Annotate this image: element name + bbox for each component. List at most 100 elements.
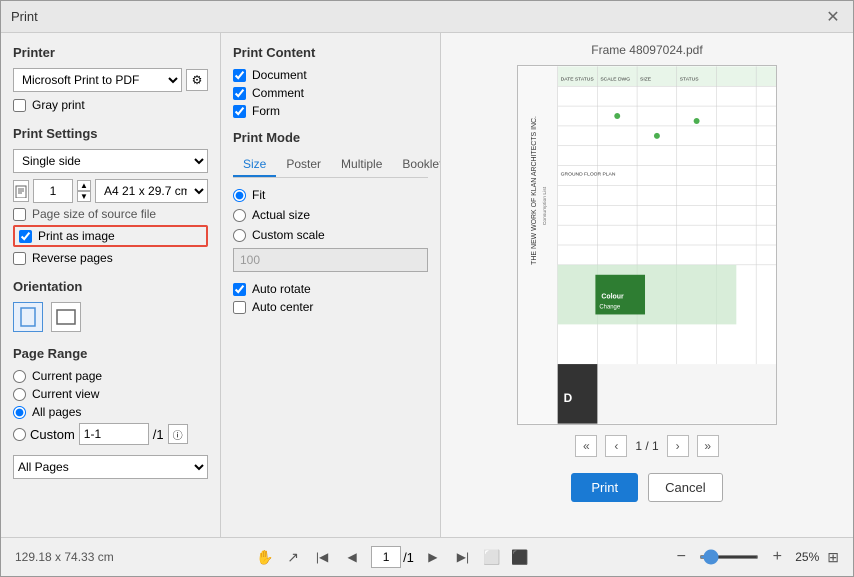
document-row: Document — [233, 68, 428, 82]
fit-label: Fit — [252, 188, 265, 202]
svg-text:SIZE: SIZE — [640, 76, 652, 82]
portrait-button[interactable] — [13, 302, 43, 332]
gray-print-checkbox[interactable] — [13, 99, 26, 112]
tab-poster[interactable]: Poster — [276, 153, 331, 177]
current-view-radio[interactable] — [13, 388, 26, 401]
print-button[interactable]: Print — [571, 473, 638, 502]
dimensions-text: 129.18 x 74.33 cm — [15, 550, 114, 564]
side-select[interactable]: Single side Both sides - Long edge Both … — [13, 149, 208, 173]
first-nav-button[interactable]: |◀ — [311, 546, 333, 568]
svg-text:Colour: Colour — [601, 294, 624, 301]
document-label: Document — [252, 68, 307, 82]
form-row: Form — [233, 104, 428, 118]
current-page-label: Current page — [32, 369, 102, 383]
zoom-level: 25% — [795, 550, 819, 564]
comment-label: Comment — [252, 86, 304, 100]
printer-settings-button[interactable]: ⚙ — [186, 69, 208, 91]
custom-scale-label: Custom scale — [252, 228, 325, 242]
prev-nav-button[interactable]: ◀ — [341, 546, 363, 568]
fit-radio[interactable] — [233, 189, 246, 202]
action-buttons: Print Cancel — [571, 473, 722, 502]
bottom-tools: ✋ ↗ |◀ ◀ /1 ▶ ▶| ⬜ ⬛ — [255, 546, 530, 568]
current-page-radio[interactable] — [13, 370, 26, 383]
all-pages-select[interactable]: All Pages Odd Pages Even Pages — [13, 455, 208, 479]
svg-text:Consumption List: Consumption List — [542, 186, 548, 225]
reverse-pages-row: Reverse pages — [13, 251, 208, 265]
document-checkbox[interactable] — [233, 69, 246, 82]
reverse-pages-checkbox[interactable] — [13, 252, 26, 265]
prev-page-button[interactable]: ‹ — [605, 435, 627, 457]
last-nav-button[interactable]: ▶| — [452, 546, 474, 568]
copies-up-button[interactable]: ▲ — [77, 180, 91, 191]
custom-radio[interactable] — [13, 428, 26, 441]
preview-title: Frame 48097024.pdf — [591, 43, 702, 57]
grid-view-icon[interactable]: ⊞ — [827, 549, 839, 566]
custom-range-input[interactable] — [79, 423, 149, 445]
source-file-label: Page size of source file — [32, 207, 156, 221]
comment-row: Comment — [233, 86, 428, 100]
form-checkbox[interactable] — [233, 105, 246, 118]
tab-booklet[interactable]: Booklet — [392, 153, 441, 177]
form-label: Form — [252, 104, 280, 118]
source-file-checkbox[interactable] — [13, 208, 26, 221]
print-settings-label: Print Settings — [13, 126, 208, 141]
custom-scale-radio[interactable] — [233, 229, 246, 242]
pointer-tool-icon[interactable]: ↗ — [283, 547, 303, 567]
svg-text:GROUND FLOOR PLAN: GROUND FLOOR PLAN — [561, 172, 616, 178]
source-file-row: Page size of source file — [13, 207, 208, 221]
page-number-display: /1 — [371, 546, 414, 568]
mode-tabs: Size Poster Multiple Booklet — [233, 153, 428, 178]
zoom-in-button[interactable]: + — [767, 547, 787, 567]
printer-select[interactable]: Microsoft Print to PDF Adobe PDF — [13, 68, 182, 92]
print-as-image-checkbox[interactable] — [19, 230, 32, 243]
tab-multiple[interactable]: Multiple — [331, 153, 392, 177]
comment-checkbox[interactable] — [233, 87, 246, 100]
paper-select[interactable]: A4 21 x 29.7 cm Letter — [95, 179, 208, 203]
last-page-button[interactable]: » — [697, 435, 719, 457]
right-panel: Frame 48097024.pdf THE NEW WORK OF KLAN … — [441, 33, 853, 537]
zoom-controls: − + 25% ⊞ — [671, 547, 839, 567]
copies-down-button[interactable]: ▼ — [77, 191, 91, 202]
dialog-title: Print — [11, 9, 38, 24]
gray-print-row: Gray print — [13, 98, 208, 112]
auto-rotate-row: Auto rotate — [233, 282, 428, 296]
svg-text:STATUS: STATUS — [680, 76, 699, 82]
all-pages-radio[interactable] — [13, 406, 26, 419]
all-pages-row: All pages — [13, 405, 208, 419]
all-pages-label: All pages — [32, 405, 81, 419]
preview-nav: « ‹ 1 / 1 › » — [575, 435, 718, 457]
printer-row: Microsoft Print to PDF Adobe PDF ⚙ — [13, 68, 208, 92]
auto-center-checkbox[interactable] — [233, 301, 246, 314]
page-icon — [13, 180, 29, 202]
title-bar: Print ✕ — [1, 1, 853, 33]
actual-size-radio[interactable] — [233, 209, 246, 222]
zoom-out-button[interactable]: − — [671, 547, 691, 567]
close-button[interactable]: ✕ — [823, 7, 843, 27]
copies-input[interactable] — [33, 179, 73, 203]
hand-tool-icon[interactable]: ✋ — [255, 547, 275, 567]
next-nav-button[interactable]: ▶ — [422, 546, 444, 568]
zoom-area-icon[interactable]: ⬛ — [510, 547, 530, 567]
copies-row: ▲ ▼ A4 21 x 29.7 cm Letter — [13, 179, 208, 203]
auto-center-label: Auto center — [252, 300, 313, 314]
page-number-input[interactable] — [371, 546, 401, 568]
custom-suffix: /1 — [153, 427, 164, 442]
custom-info-button[interactable]: ⓘ — [168, 424, 188, 444]
scale-input[interactable] — [233, 248, 428, 272]
actual-size-row: Actual size — [233, 208, 428, 222]
first-page-button[interactable]: « — [575, 435, 597, 457]
fit-row: Fit — [233, 188, 428, 202]
status-bar: 129.18 x 74.33 cm ✋ ↗ |◀ ◀ /1 ▶ ▶| ⬜ ⬛ −… — [1, 537, 853, 576]
next-page-button[interactable]: › — [667, 435, 689, 457]
crop-icon[interactable]: ⬜ — [482, 547, 502, 567]
zoom-slider[interactable] — [699, 555, 759, 559]
current-view-label: Current view — [32, 387, 99, 401]
tab-size[interactable]: Size — [233, 153, 276, 177]
auto-rotate-checkbox[interactable] — [233, 283, 246, 296]
preview-svg: THE NEW WORK OF KLAN ARCHITECTS INC. Con… — [518, 65, 776, 425]
print-as-image-label: Print as image — [38, 229, 115, 243]
dialog-body: Printer Microsoft Print to PDF Adobe PDF… — [1, 33, 853, 537]
landscape-button[interactable] — [51, 302, 81, 332]
svg-text:SCALE DWG: SCALE DWG — [600, 76, 630, 82]
cancel-button[interactable]: Cancel — [648, 473, 722, 502]
